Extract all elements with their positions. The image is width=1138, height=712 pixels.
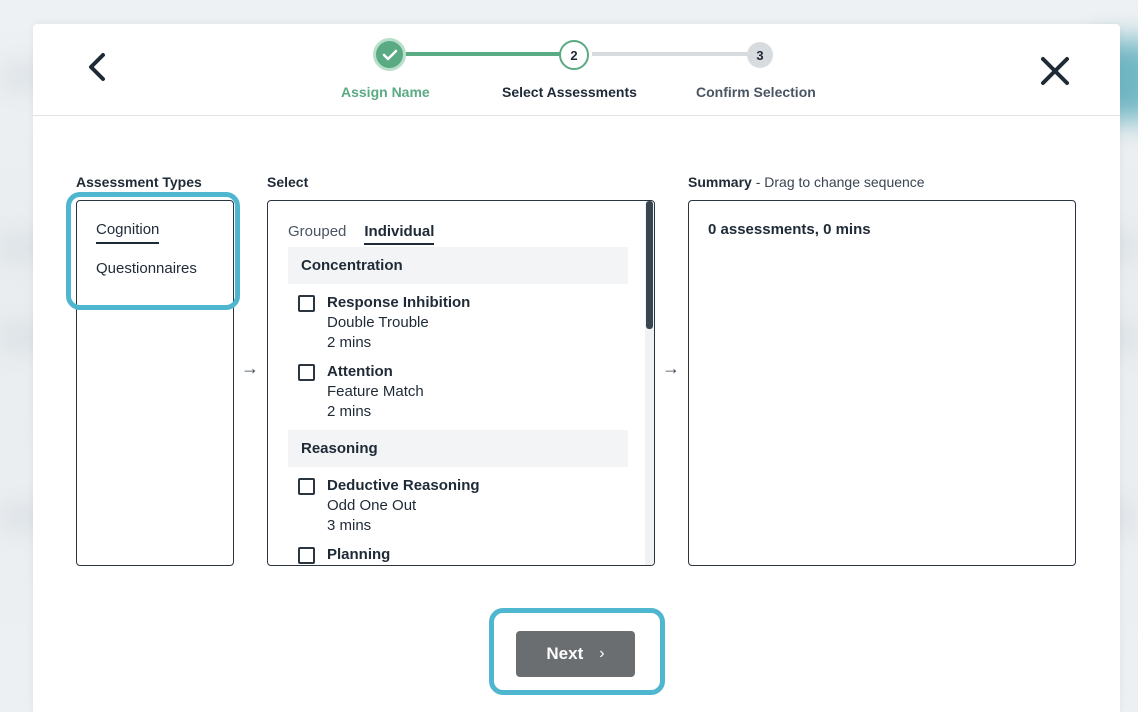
- arrow-right-icon: →: [662, 358, 680, 378]
- group-header-reasoning: Reasoning: [288, 430, 628, 467]
- select-tabs: Grouped Individual: [288, 223, 435, 245]
- select-title: Select: [267, 174, 309, 190]
- item-test: Double Trouble: [327, 314, 429, 331]
- item-text: Planning: [327, 545, 390, 565]
- summary-panel: 0 assessments, 0 mins: [688, 200, 1076, 566]
- checkbox[interactable]: [298, 547, 315, 564]
- next-label: Next: [546, 644, 584, 663]
- item-duration: 2 mins: [327, 334, 372, 351]
- item-name: Attention: [327, 363, 393, 380]
- summary-title: Summary - Drag to change sequence: [688, 174, 925, 190]
- item-text: Deductive Reasoning Odd One Out 3 mins: [327, 476, 480, 536]
- item-duration: 2 mins: [327, 403, 372, 420]
- item-test: Odd One Out: [327, 497, 417, 514]
- item-name: Response Inhibition: [327, 294, 471, 311]
- item-name: Deductive Reasoning: [327, 477, 480, 494]
- tab-grouped[interactable]: Grouped: [288, 223, 346, 245]
- stepper-line-complete: [406, 52, 564, 56]
- tab-individual[interactable]: Individual: [364, 223, 435, 245]
- summary-subtitle: - Drag to change sequence: [751, 174, 925, 190]
- item-name: Planning: [327, 546, 391, 563]
- step-1-label: Assign Name: [341, 84, 430, 100]
- summary-count: 0 assessments, 0 mins: [708, 221, 871, 238]
- close-icon: [1041, 57, 1069, 85]
- progress-stepper: 2 3 Assign Name Select Assessments Confi…: [33, 24, 1120, 116]
- check-icon: [382, 49, 397, 60]
- step-3-circle: 3: [747, 42, 773, 68]
- chevron-right-icon: ›: [599, 645, 605, 662]
- step-1-circle: [373, 38, 406, 71]
- item-text: Response Inhibition Double Trouble 2 min…: [327, 293, 470, 353]
- checkbox[interactable]: [298, 364, 315, 381]
- step-2-circle: 2: [559, 40, 589, 70]
- scroll-thumb[interactable]: [646, 201, 653, 329]
- checkbox[interactable]: [298, 478, 315, 495]
- item-text: Attention Feature Match 2 mins: [327, 362, 424, 422]
- item-test: Feature Match: [327, 383, 424, 400]
- step-3-label: Confirm Selection: [696, 84, 816, 100]
- next-button[interactable]: Next ›: [516, 631, 635, 677]
- scrollbar[interactable]: [645, 201, 654, 565]
- item-duration: 3 mins: [327, 517, 372, 534]
- stepper-line-upcoming: [592, 52, 749, 56]
- close-button[interactable]: [1036, 52, 1074, 90]
- assessment-wizard-modal: 2 3 Assign Name Select Assessments Confi…: [33, 24, 1120, 712]
- summary-title-text: Summary: [688, 174, 752, 190]
- step-2-label: Select Assessments: [502, 84, 637, 100]
- type-questionnaires[interactable]: Questionnaires: [96, 260, 197, 277]
- group-header-concentration: Concentration: [288, 247, 628, 284]
- assessment-types-title: Assessment Types: [76, 174, 202, 190]
- wizard-header: 2 3 Assign Name Select Assessments Confi…: [33, 24, 1120, 116]
- checkbox[interactable]: [298, 295, 315, 312]
- arrow-right-icon: →: [241, 358, 259, 378]
- assessment-types-panel: Cognition Questionnaires: [76, 200, 234, 566]
- select-panel: Grouped Individual Concentration Respons…: [267, 200, 655, 566]
- type-cognition[interactable]: Cognition: [96, 221, 160, 244]
